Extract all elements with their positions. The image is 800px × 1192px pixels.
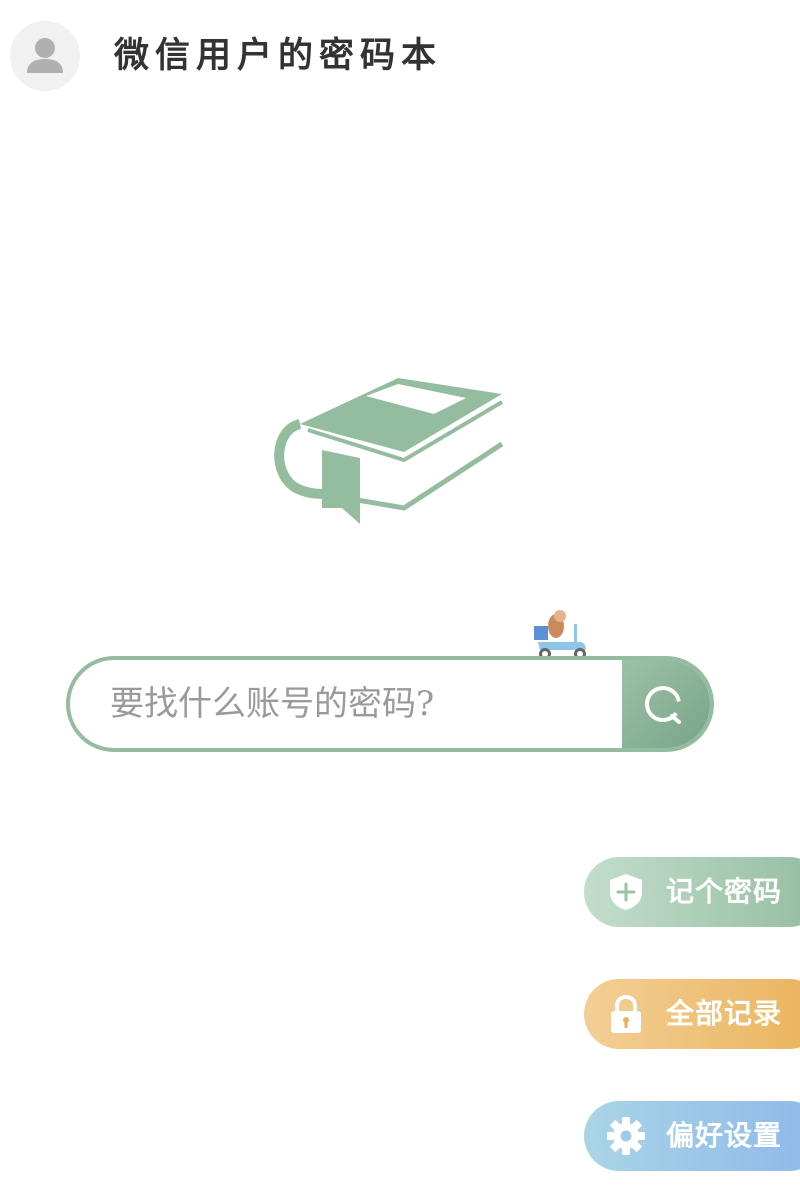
lock-icon — [611, 994, 641, 1033]
avatar[interactable] — [10, 21, 80, 91]
search-button[interactable] — [622, 660, 710, 748]
book-with-bookmark-icon — [274, 378, 504, 524]
hedgehog-on-scooter-icon — [534, 610, 586, 660]
add-password-button[interactable]: 记个密码 — [584, 857, 800, 927]
search-input[interactable] — [110, 660, 610, 748]
search-icon — [645, 686, 681, 724]
add-password-label: 记个密码 — [666, 875, 783, 908]
search-bar — [66, 656, 714, 752]
shield-plus-icon — [610, 874, 642, 910]
preferences-label: 偏好设置 — [666, 1119, 783, 1152]
preferences-button[interactable]: 偏好设置 — [584, 1101, 800, 1171]
all-records-button[interactable]: 全部记录 — [584, 979, 800, 1049]
all-records-label: 全部记录 — [666, 997, 783, 1030]
user-title: 微信用户的密码本 — [114, 36, 443, 76]
gear-icon — [607, 1117, 645, 1155]
default-user-avatar-icon — [27, 38, 63, 73]
password-book-home: 微信用户的密码本 要找什么账号的密码? 记个密码 全部记录 偏好设置 — [0, 0, 800, 1192]
